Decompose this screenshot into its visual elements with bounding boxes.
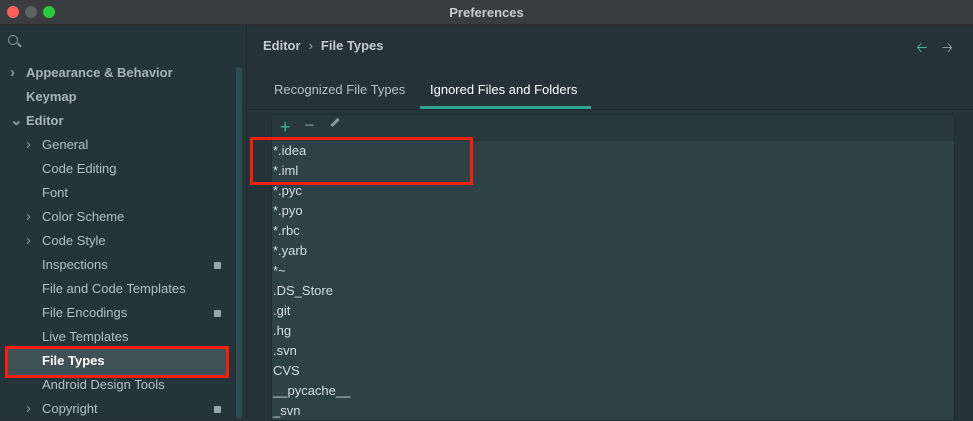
sidebar-item-color-scheme[interactable]: › Color Scheme xyxy=(26,207,125,227)
list-item[interactable]: .svn xyxy=(273,341,297,361)
sidebar-item-file-and-code-templates[interactable]: File and Code Templates xyxy=(42,279,186,299)
ignored-entries-highlight-box xyxy=(250,137,473,185)
sidebar-item-label: Editor xyxy=(26,113,64,128)
sidebar-item-appearance-behavior[interactable]: › Appearance & Behavior xyxy=(10,63,173,83)
sidebar-item-label: General xyxy=(42,137,89,152)
sidebar-item-label: Live Templates xyxy=(42,329,129,344)
sidebar-item-code-style[interactable]: › Code Style xyxy=(26,231,106,251)
remove-icon[interactable]: − xyxy=(304,115,315,136)
forward-arrow-icon[interactable]: 🡢 xyxy=(942,39,953,55)
sidebar-item-label: File Encodings xyxy=(42,305,128,320)
list-item[interactable]: *~ xyxy=(273,261,286,281)
chevron-down-icon[interactable]: ⌄ xyxy=(10,111,23,131)
sidebar-item-copyright[interactable]: › Copyright xyxy=(26,399,98,419)
sidebar-item-android-design-tools[interactable]: Android Design Tools xyxy=(42,375,165,395)
chevron-right-icon[interactable]: › xyxy=(26,399,31,419)
tab-recognized-file-types[interactable]: Recognized File Types xyxy=(274,82,405,97)
main-panel: Editor › File Types 🡠 🡢 Recognized File Typ… xyxy=(247,25,973,421)
sidebar-item-label: Keymap xyxy=(26,89,77,104)
sidebar-item-inspections[interactable]: Inspections xyxy=(42,255,108,275)
sidebar-item-label: Color Scheme xyxy=(42,209,125,224)
window-title: Preferences xyxy=(449,5,524,20)
sidebar-item-editor[interactable]: ⌄ Editor xyxy=(10,111,64,131)
list-item[interactable]: *.rbc xyxy=(273,221,300,241)
project-scope-icon xyxy=(214,406,221,413)
sidebar-item-font[interactable]: Font xyxy=(42,183,68,203)
sidebar-item-label: Appearance & Behavior xyxy=(26,65,173,80)
sidebar-item-general[interactable]: › General xyxy=(26,135,89,155)
sidebar-scrollbar[interactable] xyxy=(236,67,242,419)
list-item[interactable]: .hg xyxy=(273,321,291,341)
breadcrumb-separator: › xyxy=(308,38,313,53)
navigation-arrows: 🡠 🡢 xyxy=(902,37,953,61)
tab-ignored-files-and-folders[interactable]: Ignored Files and Folders xyxy=(430,82,577,97)
breadcrumb: Editor › File Types xyxy=(263,38,384,53)
sidebar-item-label: Copyright xyxy=(42,401,98,416)
sidebar-item-label: File and Code Templates xyxy=(42,281,186,296)
chevron-right-icon[interactable]: › xyxy=(26,135,31,155)
list-item[interactable]: *.pyo xyxy=(273,201,303,221)
breadcrumb-current: File Types xyxy=(320,38,384,53)
chevron-right-icon[interactable]: › xyxy=(26,231,31,251)
sidebar-item-file-encodings[interactable]: File Encodings xyxy=(42,303,127,323)
sidebar-item-live-templates[interactable]: Live Templates xyxy=(42,327,128,347)
edit-pencil-icon[interactable] xyxy=(330,117,340,128)
sidebar-item-label: Font xyxy=(42,185,69,200)
sidebar-item-label: Code Editing xyxy=(42,161,117,176)
chevron-right-icon[interactable]: › xyxy=(26,207,31,227)
add-icon[interactable]: + xyxy=(280,117,291,138)
list-item[interactable]: CVS xyxy=(273,361,300,381)
sidebar-item-code-editing[interactable]: Code Editing xyxy=(42,159,116,179)
sidebar-item-label: Inspections xyxy=(42,257,108,272)
list-item[interactable]: .DS_Store xyxy=(273,281,333,301)
back-arrow-icon[interactable]: 🡠 xyxy=(916,39,927,55)
sidebar-item-label: Code Style xyxy=(42,233,106,248)
project-scope-icon xyxy=(214,310,221,317)
file-types-highlight-box xyxy=(5,346,229,378)
breadcrumb-parent[interactable]: Editor xyxy=(263,38,301,53)
list-item[interactable]: .git xyxy=(273,301,290,321)
title-bar: Preferences xyxy=(0,0,973,25)
list-item[interactable]: *.yarb xyxy=(273,241,307,261)
project-scope-icon xyxy=(214,262,221,269)
search-icon xyxy=(8,35,18,45)
tab-divider xyxy=(247,109,973,110)
chevron-right-icon[interactable]: › xyxy=(10,63,15,83)
settings-search[interactable] xyxy=(6,33,236,51)
sidebar-item-keymap[interactable]: Keymap xyxy=(26,87,77,107)
sidebar-item-label: Android Design Tools xyxy=(42,377,165,392)
list-item[interactable]: _svn xyxy=(273,401,300,421)
list-item[interactable]: __pycache__ xyxy=(273,381,350,401)
